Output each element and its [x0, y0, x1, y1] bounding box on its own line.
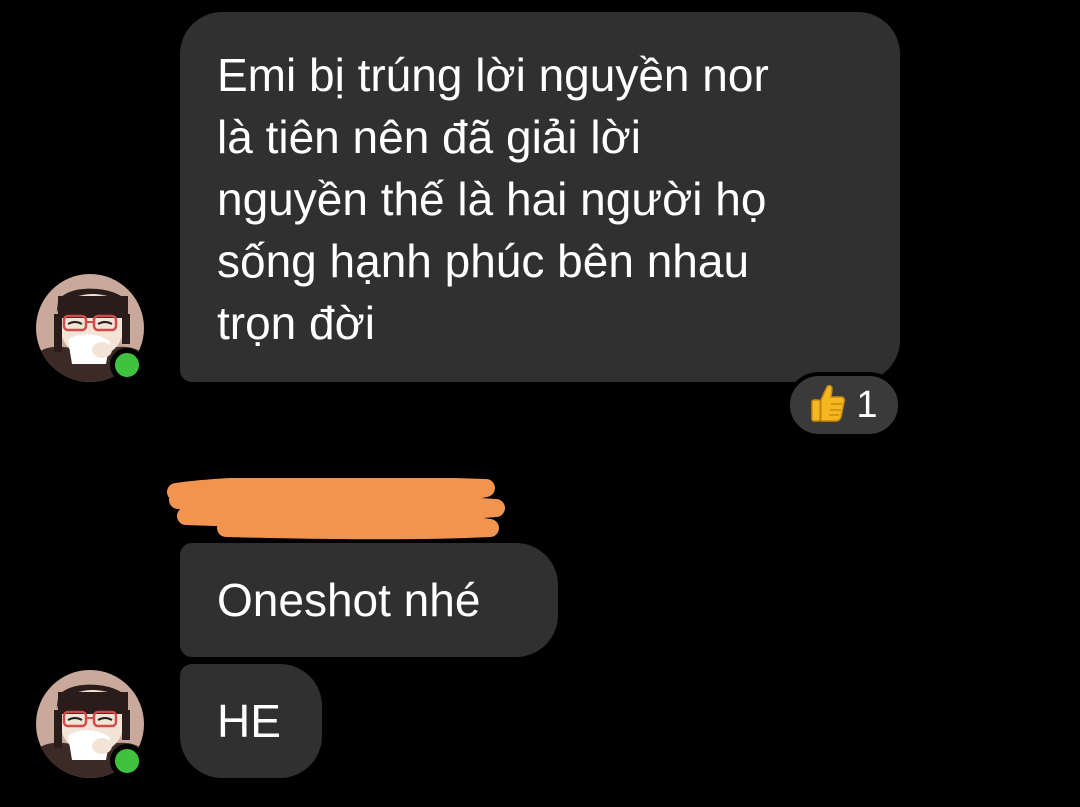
- chat-thread: Emi bị trúng lời nguyền nor là tiên nên …: [0, 0, 1080, 807]
- online-indicator: [110, 348, 144, 382]
- message-text: HE: [217, 695, 281, 747]
- message-bubble[interactable]: Emi bị trúng lời nguyền nor là tiên nên …: [180, 12, 900, 382]
- redacted-sender-name: [166, 475, 506, 548]
- online-indicator: [110, 744, 144, 778]
- message-line: nguyền thế là hai người họ: [217, 173, 767, 225]
- reaction-pill[interactable]: 1: [786, 372, 902, 438]
- message-bubble[interactable]: HE: [180, 664, 322, 778]
- message-line: trọn đời: [217, 297, 376, 349]
- avatar[interactable]: [36, 274, 144, 382]
- message-text: Oneshot nhé: [217, 574, 481, 626]
- message-line: sống hạnh phúc bên nhau: [217, 235, 750, 287]
- thumbs-up-icon: [810, 383, 846, 428]
- message-line: là tiên nên đã giải lời: [217, 111, 641, 163]
- reaction-count: 1: [856, 384, 878, 426]
- avatar[interactable]: [36, 670, 144, 778]
- message-line: Emi bị trúng lời nguyền nor: [217, 49, 769, 101]
- message-bubble[interactable]: Oneshot nhé: [180, 543, 558, 657]
